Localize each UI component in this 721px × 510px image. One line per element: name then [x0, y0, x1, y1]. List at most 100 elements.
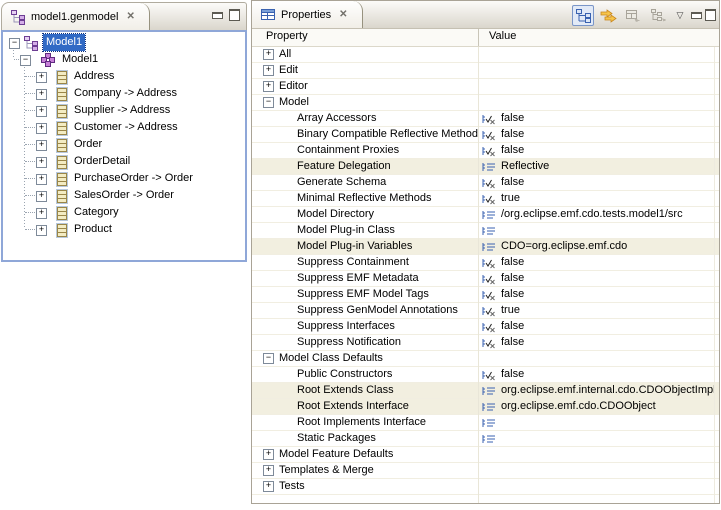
property-value-cell[interactable]: false — [481, 335, 714, 350]
property-row[interactable]: Containment Proxiesfalse — [252, 143, 719, 159]
property-row[interactable]: Suppress EMF Metadatafalse — [252, 271, 719, 287]
property-row[interactable]: Model Directory/org.eclipse.emf.cdo.test… — [252, 207, 719, 223]
class-icon — [56, 121, 68, 136]
expand-toggle[interactable] — [36, 72, 47, 83]
expand-toggle[interactable] — [263, 49, 274, 60]
tree-item-package[interactable]: Model1 — [3, 51, 245, 68]
property-value-cell[interactable]: false — [481, 111, 714, 126]
tree-item[interactable]: Category — [3, 204, 245, 221]
view-menu-button[interactable] — [672, 5, 688, 26]
property-row[interactable]: Minimal Reflective Methodstrue — [252, 191, 719, 207]
expand-toggle[interactable] — [36, 174, 47, 185]
property-row[interactable]: Array Accessorsfalse — [252, 111, 719, 127]
expand-toggle[interactable] — [20, 55, 31, 66]
property-value-cell[interactable]: true — [481, 191, 714, 206]
expand-toggle[interactable] — [9, 38, 20, 49]
property-value-cell[interactable]: /org.eclipse.emf.cdo.tests.model1/src — [481, 207, 714, 222]
property-row[interactable]: Model Plug-in Class — [252, 223, 719, 239]
expand-toggle[interactable] — [36, 140, 47, 151]
column-header-value[interactable]: Value — [489, 30, 516, 42]
category-label: Model — [279, 95, 309, 110]
property-value-cell[interactable]: CDO=org.eclipse.emf.cdo — [481, 239, 714, 254]
property-row[interactable]: Suppress Notificationfalse — [252, 335, 719, 351]
property-row[interactable]: Root Implements Interface — [252, 415, 719, 431]
editor-tab[interactable]: model1.genmodel — [2, 3, 150, 30]
property-value-cell[interactable]: false — [481, 367, 714, 382]
property-row[interactable]: Suppress Interfacesfalse — [252, 319, 719, 335]
expand-toggle[interactable] — [36, 123, 47, 134]
tree-item[interactable]: Product — [3, 221, 245, 238]
minimize-icon[interactable] — [691, 12, 702, 19]
expand-toggle[interactable] — [36, 106, 47, 117]
restore-default-value-button[interactable] — [622, 5, 644, 26]
tree-item[interactable]: Customer -> Address — [3, 119, 245, 136]
editor-tab-title: model1.genmodel — [31, 11, 118, 23]
property-row[interactable]: Root Extends Interfaceorg.eclipse.emf.cd… — [252, 399, 719, 415]
properties-tab[interactable]: Properties — [252, 1, 363, 28]
property-value-cell[interactable]: false — [481, 255, 714, 270]
tree-item[interactable]: Order — [3, 136, 245, 153]
close-icon[interactable] — [126, 11, 134, 22]
expand-toggle[interactable] — [36, 157, 47, 168]
property-category-row[interactable]: Tests — [252, 479, 719, 495]
maximize-icon[interactable] — [705, 9, 716, 21]
advanced-properties-button[interactable] — [597, 5, 619, 26]
property-row[interactable]: Suppress Containmentfalse — [252, 255, 719, 271]
close-icon[interactable] — [339, 9, 347, 20]
property-value-cell[interactable]: org.eclipse.emf.internal.cdo.CDOObjectIm… — [481, 383, 714, 398]
tree-item[interactable]: OrderDetail — [3, 153, 245, 170]
property-value-cell[interactable] — [481, 431, 714, 446]
tree-mode-button[interactable] — [572, 5, 594, 26]
property-row[interactable]: Feature DelegationReflective — [252, 159, 719, 175]
tree-item[interactable]: PurchaseOrder -> Order — [3, 170, 245, 187]
property-row[interactable]: Static Packages — [252, 431, 719, 447]
expand-toggle[interactable] — [263, 97, 274, 108]
property-row[interactable]: Suppress GenModel Annotationstrue — [252, 303, 719, 319]
expand-toggle[interactable] — [36, 89, 47, 100]
expand-toggle[interactable] — [263, 353, 274, 364]
tree-item[interactable]: Company -> Address — [3, 85, 245, 102]
property-category-row[interactable]: Edit — [252, 63, 719, 79]
tree-item[interactable]: Address — [3, 68, 245, 85]
property-category-row[interactable]: Templates & Merge — [252, 463, 719, 479]
expand-toggle[interactable] — [36, 191, 47, 202]
property-value-cell[interactable] — [481, 415, 714, 430]
property-category-row[interactable]: All — [252, 47, 719, 63]
property-row[interactable]: Root Extends Classorg.eclipse.emf.intern… — [252, 383, 719, 399]
property-row[interactable]: Suppress EMF Model Tagsfalse — [252, 287, 719, 303]
expand-toggle[interactable] — [36, 208, 47, 219]
boolean-value-icon — [481, 305, 497, 317]
property-value-cell[interactable]: Reflective — [481, 159, 714, 174]
property-value-cell[interactable]: false — [481, 175, 714, 190]
expand-toggle[interactable] — [263, 465, 274, 476]
minimize-icon[interactable] — [212, 12, 223, 19]
property-category-row[interactable]: Model — [252, 95, 719, 111]
property-value-cell[interactable]: false — [481, 319, 714, 334]
property-row[interactable]: Public Constructorsfalse — [252, 367, 719, 383]
property-value-cell[interactable]: false — [481, 287, 714, 302]
expand-toggle[interactable] — [263, 449, 274, 460]
expand-toggle[interactable] — [36, 225, 47, 236]
expand-toggle[interactable] — [263, 81, 274, 92]
tree-item[interactable]: SalesOrder -> Order — [3, 187, 245, 204]
property-value-cell[interactable] — [481, 223, 714, 238]
expand-toggle[interactable] — [263, 65, 274, 76]
property-row[interactable]: Generate Schemafalse — [252, 175, 719, 191]
property-value-cell[interactable]: org.eclipse.emf.cdo.CDOObject — [481, 399, 714, 414]
property-value-cell[interactable]: true — [481, 303, 714, 318]
property-row[interactable]: Binary Compatible Reflective Methodsfals… — [252, 127, 719, 143]
column-divider[interactable] — [478, 29, 479, 46]
expand-toggle[interactable] — [263, 481, 274, 492]
pin-view-button[interactable] — [647, 5, 669, 26]
tree-item[interactable]: Supplier -> Address — [3, 102, 245, 119]
property-category-row[interactable]: Editor — [252, 79, 719, 95]
property-category-row[interactable]: Model Class Defaults — [252, 351, 719, 367]
tree-item-root[interactable]: Model1 — [3, 34, 245, 51]
property-value-cell[interactable]: false — [481, 143, 714, 158]
property-value-cell[interactable]: false — [481, 271, 714, 286]
column-header-property[interactable]: Property — [266, 30, 308, 42]
maximize-icon[interactable] — [229, 9, 240, 21]
property-row[interactable]: Model Plug-in VariablesCDO=org.eclipse.e… — [252, 239, 719, 255]
property-value-cell[interactable]: false — [481, 127, 714, 142]
property-category-row[interactable]: Model Feature Defaults — [252, 447, 719, 463]
